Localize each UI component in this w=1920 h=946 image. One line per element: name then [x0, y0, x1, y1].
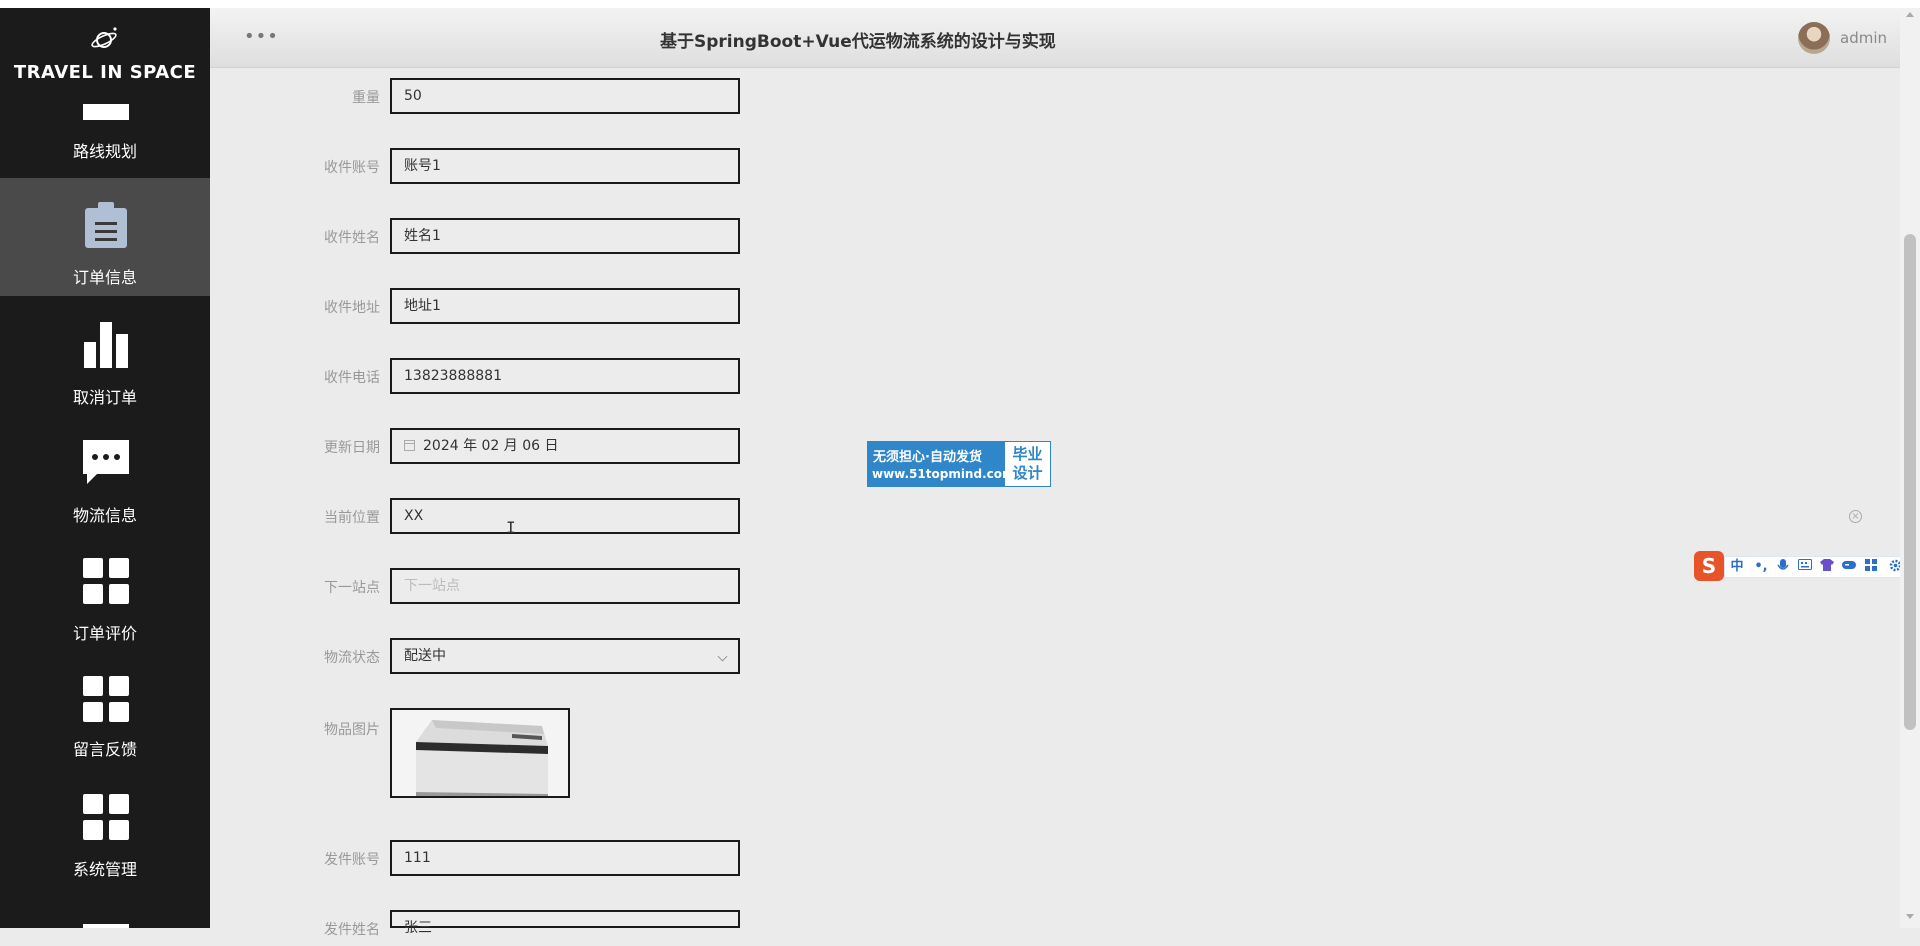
form-row-logistics-status: 物流状态 配送中 — [260, 638, 740, 674]
page-title: 基于SpringBoot+Vue代运物流系统的设计与实现 — [660, 32, 1056, 52]
watermark-line1: 无须担心·自动发货 — [873, 450, 982, 465]
weight-label: 重量 — [352, 90, 380, 106]
sidebar-item-label: 留言反馈 — [72, 740, 137, 759]
menu-dots-icon[interactable]: ••• — [244, 26, 279, 47]
sidebar: TRAVEL IN SPACE 路线规划 订单信息 取消订单 物流信息 订单评价… — [0, 8, 210, 928]
grid-icon — [83, 794, 129, 840]
sidebar-item-label: 取消订单 — [72, 388, 137, 407]
browser-top-strip — [0, 0, 1920, 8]
microphone-icon[interactable] — [1775, 559, 1791, 575]
send-name-label: 发件姓名 — [324, 922, 380, 938]
logistics-status-select[interactable]: 配送中 — [390, 638, 740, 674]
send-account-input[interactable]: 111 — [390, 840, 740, 876]
avatar[interactable] — [1798, 22, 1830, 54]
sidebar-item-label: 路线规划 — [72, 142, 137, 161]
form-row-recv-name: 收件姓名 姓名1 — [260, 218, 740, 254]
calendar-icon — [404, 440, 415, 451]
chevron-down-icon — [717, 651, 728, 662]
update-date-value: 2024 年 02 月 06 日 — [423, 438, 559, 454]
current-location-input[interactable]: XX — [390, 498, 740, 534]
weight-input[interactable]: 50 — [390, 78, 740, 114]
ime-lang-toggle[interactable]: 中 — [1729, 559, 1745, 575]
watermark-text: 无须担心·自动发货 www.51topmind.com — [868, 442, 1015, 486]
next-station-input[interactable]: 下一站点 — [390, 568, 740, 604]
recv-name-input[interactable]: 姓名1 — [390, 218, 740, 254]
recv-address-label: 收件地址 — [324, 300, 380, 316]
current-location-label: 当前位置 — [324, 510, 380, 526]
recv-address-input[interactable]: 地址1 — [390, 288, 740, 324]
update-date-label: 更新日期 — [324, 440, 380, 456]
watermark-tag-line1: 毕业 — [1012, 445, 1043, 463]
punctuation-icon[interactable]: •, — [1753, 559, 1769, 575]
ime-bar: 中 •, — [1724, 556, 1910, 578]
watermark-line2: www.51topmind.com — [872, 467, 1015, 481]
watermark-badge: 无须担心·自动发货 www.51topmind.com 毕业 设计 — [867, 441, 1051, 487]
sidebar-item-order-review[interactable]: 订单评价 — [0, 532, 210, 650]
send-account-label: 发件账号 — [324, 852, 380, 868]
recv-phone-label: 收件电话 — [324, 370, 380, 386]
form-row-send-name: 发件姓名 张三 — [260, 910, 740, 946]
toolbox-grid-icon[interactable] — [1863, 559, 1879, 575]
form-row-update-date: 更新日期 2024 年 02 月 06 日 — [260, 428, 740, 464]
send-name-input[interactable]: 张三 — [390, 910, 740, 936]
skin-icon[interactable] — [1819, 559, 1835, 575]
route-icon — [83, 104, 129, 120]
ime-logo-icon[interactable]: S — [1694, 551, 1724, 581]
sidebar-item-route-planning[interactable]: 路线规划 — [0, 70, 210, 188]
sidebar-item-feedback[interactable]: 留言反馈 — [0, 650, 210, 768]
form-row-next-station: 下一站点 下一站点 — [260, 568, 740, 604]
sidebar-item-logistics-info[interactable]: 物流信息 — [0, 414, 210, 532]
form-row-current-location: 当前位置 XX — [260, 498, 740, 534]
sidebar-item-cancel-order[interactable]: 取消订单 — [0, 296, 210, 414]
username[interactable]: admin — [1840, 29, 1887, 47]
logistics-status-value: 配送中 — [404, 648, 446, 664]
page-scrollbar[interactable] — [1900, 8, 1920, 928]
sidebar-item-system-management[interactable]: 系统管理 — [0, 768, 210, 886]
scroll-up-icon[interactable] — [1906, 12, 1914, 17]
recv-phone-input[interactable]: 13823888881 — [390, 358, 740, 394]
planet-icon — [91, 27, 117, 48]
sidebar-item-label: 系统管理 — [72, 860, 137, 879]
close-icon[interactable]: × — [1849, 510, 1862, 523]
ime-toolbar: S 中 •, — [1694, 551, 1910, 581]
item-image-upload[interactable] — [390, 708, 570, 798]
scrollbar-thumb[interactable] — [1904, 234, 1916, 730]
chat-bubble-icon — [83, 440, 129, 484]
sidebar-next-item-icon — [83, 924, 129, 928]
next-station-label: 下一站点 — [324, 580, 380, 596]
watermark-tag: 毕业 设计 — [1005, 442, 1050, 486]
clipboard-icon — [85, 202, 127, 248]
form-row-recv-address: 收件地址 地址1 — [260, 288, 740, 324]
grid-icon — [83, 676, 129, 722]
update-date-picker[interactable]: 2024 年 02 月 06 日 — [390, 428, 740, 464]
sidebar-item-order-info[interactable]: 订单信息 — [0, 178, 210, 296]
logistics-status-label: 物流状态 — [324, 650, 380, 666]
sidebar-item-label: 物流信息 — [72, 506, 137, 525]
item-image-label: 物品图片 — [324, 722, 380, 738]
sidebar-item-label: 订单评价 — [72, 624, 137, 643]
form-row-recv-account: 收件账号 账号1 — [260, 148, 740, 184]
watermark-tag-line2: 设计 — [1012, 464, 1043, 482]
recv-account-input[interactable]: 账号1 — [390, 148, 740, 184]
top-header: ••• 基于SpringBoot+Vue代运物流系统的设计与实现 admin — [210, 8, 1900, 68]
text-cursor-icon: I — [506, 518, 516, 537]
recv-name-label: 收件姓名 — [324, 230, 380, 246]
printer-image — [392, 710, 568, 796]
scroll-down-icon[interactable] — [1906, 914, 1914, 919]
recv-account-label: 收件账号 — [324, 160, 380, 176]
form-row-send-account: 发件账号 111 — [260, 840, 740, 876]
sidebar-item-label: 订单信息 — [72, 268, 137, 287]
gamepad-icon[interactable] — [1841, 559, 1857, 575]
grid-icon — [83, 558, 129, 604]
form-row-recv-phone: 收件电话 13823888881 — [260, 358, 740, 394]
keyboard-icon[interactable] — [1797, 559, 1813, 575]
bar-chart-icon — [84, 322, 128, 368]
form-row-weight: 重量 50 — [260, 78, 740, 114]
